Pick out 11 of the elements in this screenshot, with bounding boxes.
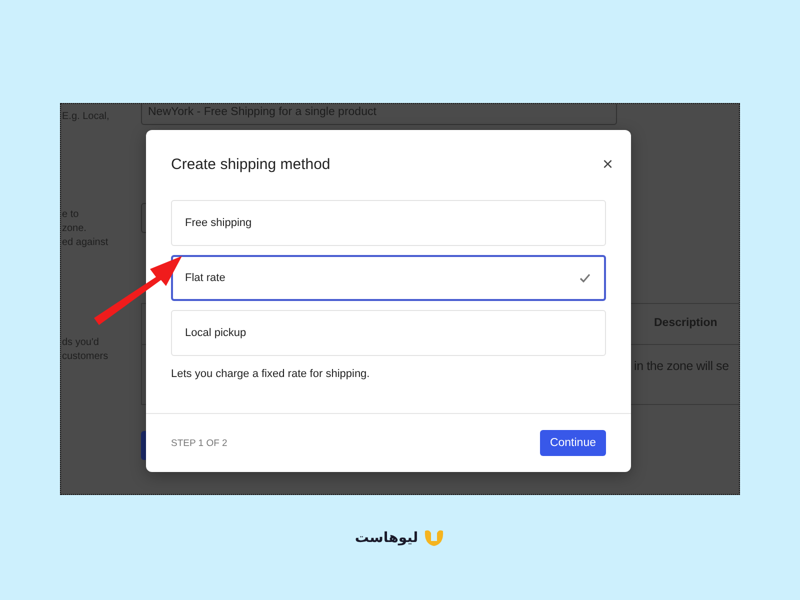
close-button[interactable]: × xyxy=(600,154,615,174)
shipping-option[interactable]: Free shipping xyxy=(171,200,606,246)
dialog-title: Create shipping method xyxy=(171,156,330,172)
logo-icon xyxy=(423,528,446,548)
shipping-option[interactable]: Local pickup xyxy=(171,310,606,356)
option-description: Lets you charge a fixed rate for shipping. xyxy=(171,368,371,380)
shipping-option[interactable]: Flat rate xyxy=(171,255,606,301)
logo-text: لیوهاست xyxy=(354,530,418,546)
check-icon xyxy=(579,273,591,283)
continue-button[interactable]: Continue xyxy=(540,430,606,456)
step-indicator: STEP 1 OF 2 xyxy=(171,438,228,448)
